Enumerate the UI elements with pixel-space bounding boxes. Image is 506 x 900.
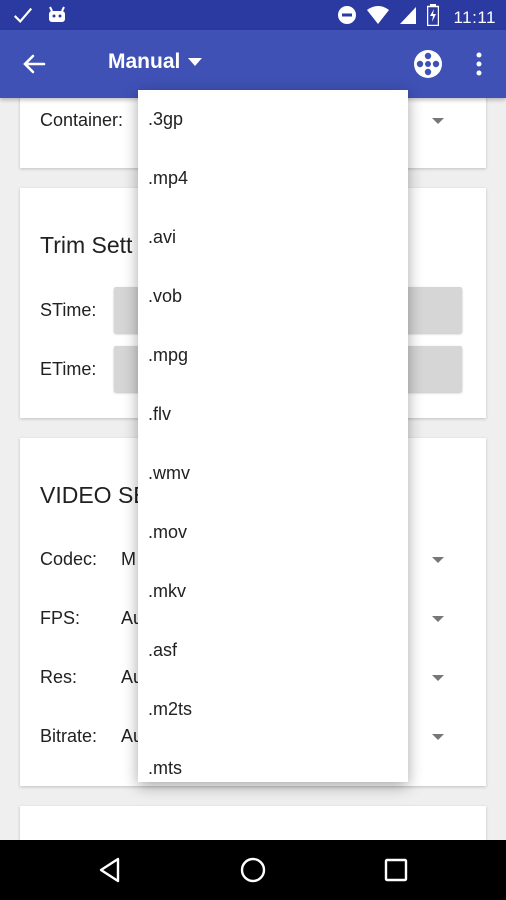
back-arrow-icon[interactable] xyxy=(20,50,48,78)
container-dropdown-icon[interactable] xyxy=(432,118,444,124)
do-not-disturb-icon xyxy=(337,5,357,30)
film-reel-icon[interactable] xyxy=(412,48,444,80)
home-circle-icon[interactable] xyxy=(239,856,267,884)
dropdown-option[interactable]: .mov xyxy=(148,522,187,543)
status-time: 11:11 xyxy=(453,7,496,27)
bitrate-label: Bitrate: xyxy=(40,726,98,746)
dropdown-option[interactable]: .wmv xyxy=(148,463,190,484)
fps-dropdown-icon[interactable] xyxy=(432,616,444,622)
page-title: Manual xyxy=(108,50,181,73)
dropdown-option[interactable]: .asf xyxy=(148,640,177,661)
dropdown-option[interactable]: .vob xyxy=(148,286,182,307)
res-label: Res: xyxy=(40,667,78,687)
next-settings-card xyxy=(20,806,486,840)
stime-label: STime: xyxy=(40,300,97,320)
fps-label: FPS: xyxy=(40,608,81,628)
status-bar: 11:11 xyxy=(0,0,506,30)
more-vert-icon[interactable] xyxy=(468,50,490,78)
etime-label: ETime: xyxy=(40,359,97,379)
codec-dropdown-icon[interactable] xyxy=(432,557,444,563)
dropdown-option[interactable]: .3gp xyxy=(148,109,183,130)
dropdown-option[interactable]: .flv xyxy=(148,404,171,425)
mode-selector[interactable]: Manual xyxy=(108,50,203,74)
app-bar: Manual xyxy=(0,30,506,98)
res-dropdown-icon[interactable] xyxy=(432,675,444,681)
wifi-icon xyxy=(367,5,390,30)
back-triangle-icon[interactable] xyxy=(96,856,124,884)
dropdown-option[interactable]: .m2ts xyxy=(148,699,192,720)
android-icon xyxy=(48,5,66,30)
trim-settings-heading: Trim Sett xyxy=(40,232,133,258)
dropdown-option[interactable]: .mpg xyxy=(148,345,188,366)
codec-label: Codec: xyxy=(40,549,98,569)
container-label: Container: xyxy=(40,110,124,130)
check-icon xyxy=(12,4,34,31)
dropdown-option[interactable]: .mp4 xyxy=(148,168,188,189)
video-settings-heading: VIDEO SE xyxy=(40,482,149,508)
recents-square-icon[interactable] xyxy=(382,856,410,884)
system-nav-bar xyxy=(0,840,506,900)
dropdown-option[interactable]: .mts xyxy=(148,758,182,779)
bitrate-dropdown-icon[interactable] xyxy=(432,734,444,740)
codec-value[interactable]: M xyxy=(121,549,136,570)
dropdown-option[interactable]: .avi xyxy=(148,227,176,248)
signal-icon xyxy=(399,5,417,30)
container-format-dropdown[interactable]: .3gp .mp4 .avi .vob .mpg .flv .wmv .mov … xyxy=(138,90,408,782)
dropdown-option[interactable]: .mkv xyxy=(148,581,186,602)
dropdown-triangle-icon xyxy=(188,53,203,71)
battery-charging-icon xyxy=(427,4,440,31)
